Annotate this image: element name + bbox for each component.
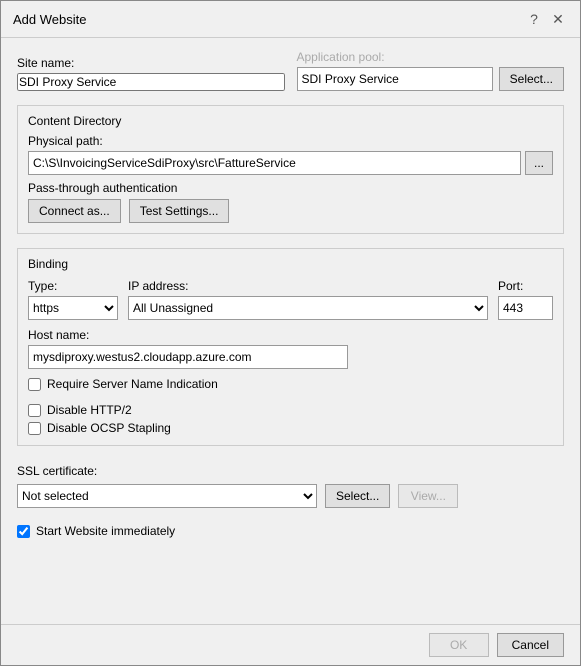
- ip-group: IP address: All Unassigned: [128, 279, 488, 320]
- binding-title: Binding: [28, 257, 553, 271]
- test-settings-button[interactable]: Test Settings...: [129, 199, 230, 223]
- ok-button[interactable]: OK: [429, 633, 489, 657]
- physical-path-group: Physical path: ...: [28, 134, 553, 175]
- pass-through-section: Pass-through authentication Connect as..…: [28, 181, 553, 223]
- ssl-section: SSL certificate: Not selected Select... …: [17, 464, 564, 508]
- port-label: Port:: [498, 279, 553, 293]
- host-name-input[interactable]: [28, 345, 348, 369]
- site-name-label: Site name:: [17, 56, 285, 70]
- add-website-dialog: Add Website ? ✕ Site name: Application p…: [0, 0, 581, 666]
- app-pool-label: Application pool:: [297, 50, 565, 64]
- type-label: Type:: [28, 279, 118, 293]
- ssl-select[interactable]: Not selected: [17, 484, 317, 508]
- app-pool-input[interactable]: [297, 67, 493, 91]
- start-website-checkbox[interactable]: [17, 525, 30, 538]
- site-name-input[interactable]: [17, 73, 285, 91]
- ssl-view-button[interactable]: View...: [398, 484, 458, 508]
- port-group: Port:: [498, 279, 553, 320]
- ssl-row: Not selected Select... View...: [17, 484, 564, 508]
- disable-http2-checkbox[interactable]: [28, 404, 41, 417]
- app-pool-group: Application pool: Select...: [297, 50, 565, 91]
- connect-as-button[interactable]: Connect as...: [28, 199, 121, 223]
- binding-type-ip-port-row: Type: https http IP address: All Unassig…: [28, 279, 553, 320]
- require-sni-row: Require Server Name Indication: [28, 377, 553, 391]
- start-website-row: Start Website immediately: [17, 524, 564, 538]
- title-bar: Add Website ? ✕: [1, 1, 580, 38]
- ip-label: IP address:: [128, 279, 488, 293]
- disable-http2-row: Disable HTTP/2: [28, 403, 553, 417]
- start-website-label: Start Website immediately: [36, 524, 175, 538]
- type-group: Type: https http: [28, 279, 118, 320]
- site-name-group: Site name:: [17, 56, 285, 91]
- dialog-title: Add Website: [13, 12, 86, 27]
- help-button[interactable]: ?: [524, 9, 544, 29]
- port-input[interactable]: [498, 296, 553, 320]
- dialog-content: Site name: Application pool: Select... C…: [1, 38, 580, 624]
- app-pool-select-button[interactable]: Select...: [499, 67, 564, 91]
- pass-through-label: Pass-through authentication: [28, 181, 553, 195]
- binding-section: Binding Type: https http IP address: All…: [17, 248, 564, 446]
- cancel-button[interactable]: Cancel: [497, 633, 564, 657]
- ip-select[interactable]: All Unassigned: [128, 296, 488, 320]
- physical-path-row: ...: [28, 151, 553, 175]
- type-select[interactable]: https http: [28, 296, 118, 320]
- disable-ocsp-label: Disable OCSP Stapling: [47, 421, 171, 435]
- disable-ocsp-row: Disable OCSP Stapling: [28, 421, 553, 435]
- pass-through-buttons: Connect as... Test Settings...: [28, 199, 553, 223]
- content-directory-label: Content Directory: [28, 114, 553, 128]
- disable-ocsp-checkbox[interactable]: [28, 422, 41, 435]
- site-apppool-row: Site name: Application pool: Select...: [17, 50, 564, 91]
- dialog-footer: OK Cancel: [1, 624, 580, 665]
- close-button[interactable]: ✕: [548, 9, 568, 29]
- physical-path-input[interactable]: [28, 151, 521, 175]
- host-name-row: Host name:: [28, 328, 553, 369]
- content-directory-section: Content Directory Physical path: ... Pas…: [17, 105, 564, 234]
- host-name-label: Host name:: [28, 328, 553, 342]
- title-bar-controls: ? ✕: [524, 9, 568, 29]
- ssl-label: SSL certificate:: [17, 464, 564, 478]
- require-sni-checkbox[interactable]: [28, 378, 41, 391]
- browse-button[interactable]: ...: [525, 151, 553, 175]
- physical-path-label: Physical path:: [28, 134, 553, 148]
- ssl-select-button[interactable]: Select...: [325, 484, 390, 508]
- require-sni-label: Require Server Name Indication: [47, 377, 218, 391]
- disable-http2-label: Disable HTTP/2: [47, 403, 132, 417]
